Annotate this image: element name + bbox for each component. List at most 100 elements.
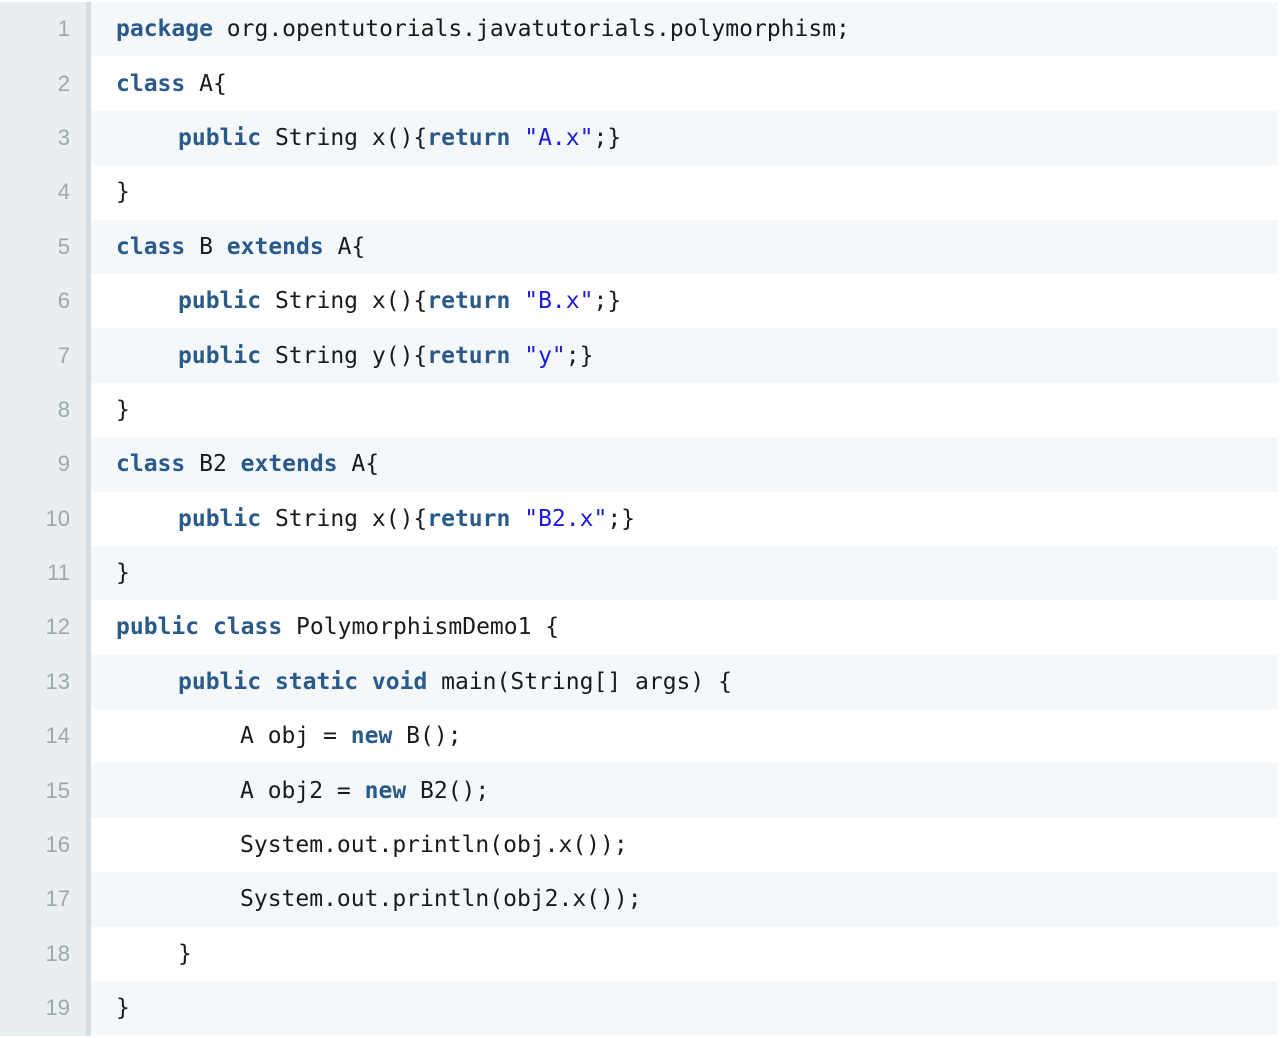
code-token: String x(){ xyxy=(261,288,428,315)
keyword-token: return xyxy=(427,124,511,151)
code-line: 13 public static void main(String[] args)… xyxy=(0,654,1278,710)
code-token: main(String[] args) { xyxy=(427,668,732,695)
keyword-token: public xyxy=(178,342,262,369)
code-line: 19} xyxy=(0,981,1278,1036)
line-number: 10 xyxy=(45,505,70,531)
code-text: class A{ xyxy=(91,56,1278,110)
code-line: 11} xyxy=(0,545,1278,601)
line-number: 2 xyxy=(57,70,70,96)
code-block: 1 package org.opentutorials.javatutorials… xyxy=(0,2,1278,1036)
keyword-token: public xyxy=(178,668,262,695)
code-text: class B2 extends A{ xyxy=(91,437,1278,492)
code-token: System.out.println(obj2.x()); xyxy=(240,886,642,913)
code-token: } xyxy=(116,396,130,423)
keyword-token: public xyxy=(178,505,262,532)
code-line: 16 System.out.println(obj.x()); xyxy=(0,818,1278,872)
code-line: 6 public String x(){return "B.x";} xyxy=(0,274,1278,328)
code-token: System.out.println(obj.x()); xyxy=(240,832,628,859)
keyword-token: class xyxy=(116,70,186,97)
code-line: 10 public String x(){return "B2.x";} xyxy=(0,492,1278,546)
code-line: 9 class B2 extends A{ xyxy=(0,437,1278,492)
code-token: } xyxy=(116,560,130,587)
keyword-token: class xyxy=(116,451,186,478)
keyword-token: class xyxy=(116,233,186,260)
code-token: String x(){ xyxy=(261,124,428,151)
keyword-token: return xyxy=(427,288,511,315)
line-number: 18 xyxy=(45,940,70,966)
line-number: 9 xyxy=(57,451,70,477)
keyword-token: return xyxy=(427,342,511,369)
string-token: "y" xyxy=(524,342,566,369)
code-text: } xyxy=(91,981,1278,1036)
line-number: 8 xyxy=(57,396,70,422)
code-token: } xyxy=(116,995,130,1022)
line-number: 12 xyxy=(45,614,70,640)
string-token: "B.x" xyxy=(524,288,594,315)
code-token: String y(){ xyxy=(261,342,428,369)
code-line: 3 public String x(){return "A.x";} xyxy=(0,110,1278,166)
keyword-token: new xyxy=(364,777,407,804)
code-line: 12 public class PolymorphismDemo1 { xyxy=(0,600,1278,654)
keyword-token: package xyxy=(116,16,213,43)
code-text: } xyxy=(91,927,1278,981)
code-text: package org.opentutorials.javatutorials.… xyxy=(91,2,1278,57)
line-number: 15 xyxy=(45,777,70,803)
code-line: 15 A obj2 = new B2(); xyxy=(0,763,1278,818)
line-number: 17 xyxy=(45,886,70,912)
keyword-token: return xyxy=(427,505,511,532)
code-line: 18} xyxy=(0,927,1278,981)
line-number: 5 xyxy=(57,233,70,259)
line-number: 14 xyxy=(45,723,70,749)
code-token: } xyxy=(178,940,192,967)
code-token: A{ xyxy=(185,70,227,97)
code-text: System.out.println(obj2.x()); xyxy=(91,872,1278,927)
keyword-token: void xyxy=(371,668,428,695)
code-line: 1 package org.opentutorials.javatutorials… xyxy=(0,2,1278,57)
code-token: B2(); xyxy=(406,777,490,804)
code-text: A obj = new B(); xyxy=(91,709,1278,763)
code-text: public class PolymorphismDemo1 { xyxy=(91,600,1278,654)
code-token: ;} xyxy=(593,288,622,315)
code-line: 5 class B extends A{ xyxy=(0,219,1278,274)
code-line: 4} xyxy=(0,165,1278,219)
line-number: 4 xyxy=(57,179,70,205)
code-token: ;} xyxy=(607,505,636,532)
code-token: B2 xyxy=(185,451,241,478)
code-text: public String x(){return "B.x";} xyxy=(91,274,1278,328)
code-line: 7 public String y(){return "y";} xyxy=(0,328,1278,383)
line-number: 19 xyxy=(45,995,70,1021)
keyword-token: static xyxy=(274,668,359,695)
code-token: org.opentutorials.javatutorials.polymorp… xyxy=(212,16,850,43)
keyword-token: class xyxy=(212,614,283,641)
code-text: System.out.println(obj.x()); xyxy=(91,818,1278,872)
code-token: ;} xyxy=(565,342,594,369)
code-token: A{ xyxy=(323,233,366,260)
code-token: String x(){ xyxy=(261,505,428,532)
code-line: 8} xyxy=(0,383,1278,437)
keyword-token: public xyxy=(116,614,200,641)
line-number: 11 xyxy=(47,560,70,586)
code-token: A obj2 = xyxy=(240,777,365,804)
string-token: "A.x" xyxy=(524,124,594,151)
code-token: A{ xyxy=(337,451,380,478)
code-token: } xyxy=(116,179,130,206)
keyword-token: extends xyxy=(240,451,338,478)
line-number: 13 xyxy=(45,668,70,694)
code-token: ;} xyxy=(593,124,622,151)
code-text: class B extends A{ xyxy=(91,219,1278,274)
line-number: 6 xyxy=(57,288,70,314)
code-text: A obj2 = new B2(); xyxy=(91,763,1278,818)
code-line: 14 A obj = new B(); xyxy=(0,709,1278,763)
code-text: public String y(){return "y";} xyxy=(91,328,1278,383)
code-lines: 1 package org.opentutorials.javatutorials… xyxy=(0,2,1278,1036)
keyword-token: public xyxy=(178,288,262,315)
code-text: public String x(){return "A.x";} xyxy=(91,110,1278,166)
line-number: 16 xyxy=(45,832,70,858)
